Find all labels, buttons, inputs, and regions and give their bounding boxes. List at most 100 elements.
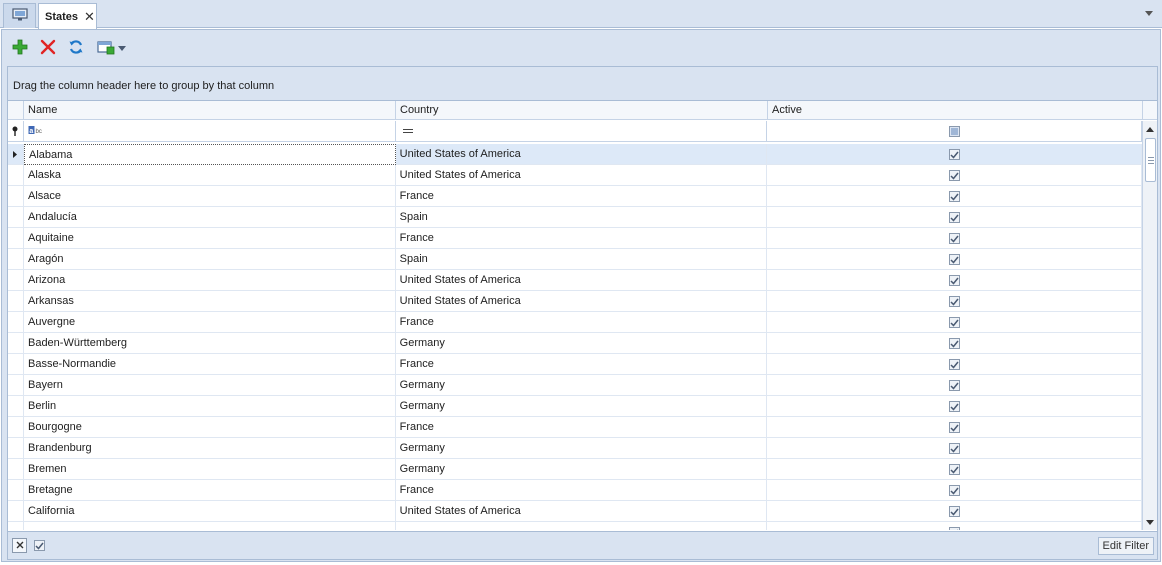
active-checkbox[interactable] xyxy=(948,149,960,160)
active-checkbox[interactable] xyxy=(948,359,960,370)
table-row[interactable]: Basse-Normandie France xyxy=(8,354,1142,375)
cell-name[interactable]: Alsace xyxy=(24,186,396,207)
edit-filter-button[interactable]: Edit Filter xyxy=(1097,537,1154,555)
table-row[interactable]: Berlin Germany xyxy=(8,396,1142,417)
table-row[interactable]: California United States of America xyxy=(8,501,1142,522)
cell-country[interactable]: United States of America xyxy=(396,165,768,186)
delete-button[interactable] xyxy=(38,38,58,58)
cell-country[interactable]: Germany xyxy=(396,438,768,459)
filter-enabled-checkbox[interactable] xyxy=(34,540,45,551)
refresh-button[interactable] xyxy=(66,38,86,58)
table-row[interactable]: Alaska United States of America xyxy=(8,165,1142,186)
active-checkbox[interactable] xyxy=(948,275,960,286)
cell-country[interactable]: Spain xyxy=(396,207,768,228)
cell-name[interactable]: Bremen xyxy=(24,459,396,480)
scroll-up-icon[interactable] xyxy=(1143,122,1157,136)
cell-country[interactable]: Germany xyxy=(396,333,768,354)
cell-name[interactable]: Aquitaine xyxy=(24,228,396,249)
cell-country[interactable]: United States of America xyxy=(396,291,768,312)
cell-country[interactable]: United States of America xyxy=(396,270,768,291)
add-button[interactable] xyxy=(10,38,30,58)
active-checkbox[interactable] xyxy=(948,170,960,181)
tab-home[interactable] xyxy=(3,3,36,28)
cell-country[interactable] xyxy=(396,522,768,530)
cell-name[interactable]: Alabama xyxy=(23,144,396,165)
cell-name[interactable]: California xyxy=(24,501,396,522)
column-header-active[interactable]: Active xyxy=(768,101,1143,120)
table-row[interactable]: Bremen Germany xyxy=(8,459,1142,480)
table-row[interactable]: Auvergne France xyxy=(8,312,1142,333)
table-row[interactable]: Andalucía Spain xyxy=(8,207,1142,228)
cell-name[interactable]: Berlin xyxy=(24,396,396,417)
cell-country[interactable]: Spain xyxy=(396,249,768,270)
close-icon[interactable]: ✕ xyxy=(84,9,95,25)
cell-country[interactable]: United States of America xyxy=(396,144,768,165)
cell-country[interactable]: Germany xyxy=(396,459,768,480)
table-row[interactable]: Arkansas United States of America xyxy=(8,291,1142,312)
active-checkbox[interactable] xyxy=(948,338,960,349)
table-row[interactable]: Bretagne France xyxy=(8,480,1142,501)
tab-states[interactable]: States ✕ xyxy=(38,3,97,29)
cell-name[interactable] xyxy=(24,522,396,530)
active-checkbox[interactable] xyxy=(948,296,960,307)
table-row[interactable]: Alsace France xyxy=(8,186,1142,207)
cell-country[interactable]: Germany xyxy=(396,396,768,417)
active-checkbox[interactable] xyxy=(948,212,960,223)
column-header-name[interactable]: Name xyxy=(24,101,396,120)
scroll-thumb[interactable] xyxy=(1145,138,1156,182)
table-row[interactable]: Arizona United States of America xyxy=(8,270,1142,291)
row-indicator xyxy=(8,186,24,207)
active-filter-checkbox[interactable] xyxy=(948,125,960,137)
table-row[interactable]: Brandenburg Germany xyxy=(8,438,1142,459)
active-checkbox[interactable] xyxy=(948,380,960,391)
cell-name[interactable]: Baden-Württemberg xyxy=(24,333,396,354)
active-checkbox[interactable] xyxy=(948,527,960,530)
group-panel[interactable]: Drag the column header here to group by … xyxy=(8,67,1157,101)
active-checkbox[interactable] xyxy=(948,485,960,496)
cell-country[interactable]: France xyxy=(396,312,768,333)
vertical-scrollbar[interactable] xyxy=(1142,121,1157,530)
active-checkbox[interactable] xyxy=(948,422,960,433)
column-header-country[interactable]: Country xyxy=(396,101,768,120)
table-row[interactable]: Baden-Württemberg Germany xyxy=(8,333,1142,354)
clear-filter-button[interactable] xyxy=(12,538,27,553)
active-checkbox[interactable] xyxy=(948,443,960,454)
cell-name[interactable]: Bretagne xyxy=(24,480,396,501)
cell-country[interactable]: France xyxy=(396,228,768,249)
table-row[interactable] xyxy=(8,522,1142,530)
table-row[interactable]: Aquitaine France xyxy=(8,228,1142,249)
cell-country[interactable]: Germany xyxy=(396,375,768,396)
chevron-down-icon[interactable] xyxy=(1144,8,1154,18)
active-checkbox[interactable] xyxy=(948,401,960,412)
active-checkbox[interactable] xyxy=(948,254,960,265)
cell-country[interactable]: France xyxy=(396,354,768,375)
cell-name[interactable]: Bayern xyxy=(24,375,396,396)
table-row[interactable]: Bourgogne France xyxy=(8,417,1142,438)
table-row[interactable]: Bayern Germany xyxy=(8,375,1142,396)
cell-country[interactable]: France xyxy=(396,480,768,501)
cell-name[interactable]: Aragón xyxy=(24,249,396,270)
scroll-down-icon[interactable] xyxy=(1143,515,1157,529)
cell-name[interactable]: Arizona xyxy=(24,270,396,291)
active-filter-cell[interactable] xyxy=(767,121,1142,141)
cell-name[interactable]: Brandenburg xyxy=(24,438,396,459)
cell-name[interactable]: Auvergne xyxy=(24,312,396,333)
cell-name[interactable]: Bourgogne xyxy=(24,417,396,438)
name-filter-cell[interactable]: a bc xyxy=(24,121,396,141)
cell-country[interactable]: United States of America xyxy=(396,501,768,522)
active-checkbox[interactable] xyxy=(948,317,960,328)
active-checkbox[interactable] xyxy=(948,506,960,517)
cell-name[interactable]: Alaska xyxy=(24,165,396,186)
table-row[interactable]: Alabama United States of America xyxy=(8,144,1142,165)
cell-country[interactable]: France xyxy=(396,186,768,207)
view-settings-button[interactable] xyxy=(94,38,128,58)
active-checkbox[interactable] xyxy=(948,233,960,244)
cell-name[interactable]: Arkansas xyxy=(24,291,396,312)
country-filter-cell[interactable] xyxy=(396,121,768,141)
active-checkbox[interactable] xyxy=(948,191,960,202)
cell-country[interactable]: France xyxy=(396,417,768,438)
cell-name[interactable]: Andalucía xyxy=(24,207,396,228)
active-checkbox[interactable] xyxy=(948,464,960,475)
cell-name[interactable]: Basse-Normandie xyxy=(24,354,396,375)
table-row[interactable]: Aragón Spain xyxy=(8,249,1142,270)
